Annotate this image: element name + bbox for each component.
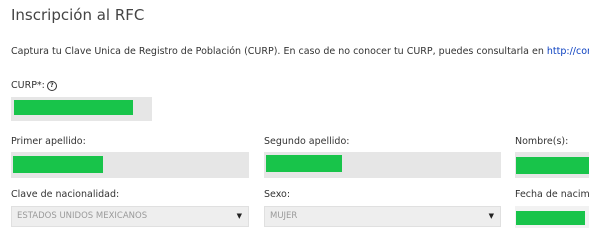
consult-curp-link[interactable]: http://consu [547,46,589,57]
primer-apellido-label: Primer apellido: [11,136,86,147]
curp-label: CURP*:? [11,80,57,91]
sexo-select[interactable]: MUJER ▼ [264,206,501,227]
segundo-apellido-redaction [266,155,342,172]
nacionalidad-selected-value: ESTADOS UNIDOS MEXICANOS [17,211,148,221]
fecha-nacimiento-label: Fecha de nacimi [515,189,589,200]
nacionalidad-select[interactable]: ESTADOS UNIDOS MEXICANOS ▼ [11,206,249,227]
instructions-body: Captura tu Clave Única de Registro de Po… [11,46,547,57]
curp-label-text: CURP*: [11,80,45,91]
sexo-label: Sexo: [264,189,291,200]
instructions-text: Captura tu Clave Única de Registro de Po… [11,46,589,57]
segundo-apellido-label: Segundo apellido: [264,136,350,147]
primer-apellido-redaction [13,156,103,173]
fecha-nacimiento-redaction [516,211,585,225]
curp-redaction [14,100,133,115]
nombres-redaction [516,157,589,174]
chevron-down-icon[interactable]: ▼ [237,207,242,226]
help-icon[interactable]: ? [46,81,57,91]
nacionalidad-label: Clave de nacionalidad: [11,189,120,200]
nombres-label: Nombre(s): [515,136,569,147]
chevron-down-icon[interactable]: ▼ [489,207,494,226]
sexo-selected-value: MUJER [270,211,298,221]
page-title: Inscripción al RFC [11,6,145,24]
